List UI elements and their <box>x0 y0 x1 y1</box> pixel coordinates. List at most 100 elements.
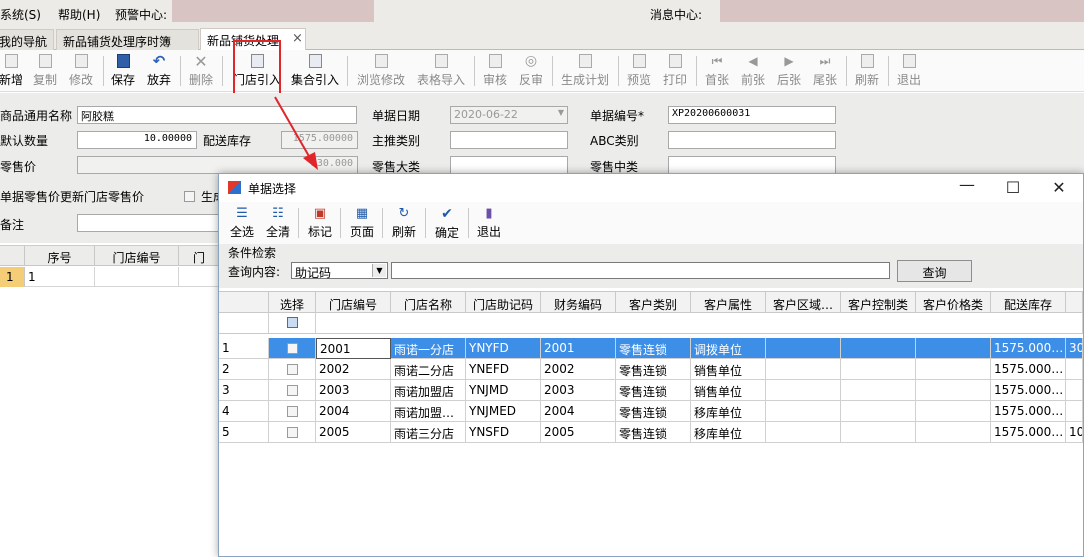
table-cell[interactable] <box>766 401 841 422</box>
browse-edit-button[interactable]: 浏览修改 <box>356 52 406 88</box>
table-cell[interactable]: 10 <box>1066 422 1083 443</box>
remark-field[interactable] <box>77 214 227 232</box>
row-checkbox-cell[interactable] <box>269 380 316 401</box>
product-name-field[interactable]: 阿胶糕 <box>77 106 357 124</box>
row-number[interactable]: 5 <box>219 422 269 443</box>
discard-button[interactable]: ↶ 放弃 <box>144 52 174 88</box>
page-button[interactable]: ▦ 页面 <box>347 206 377 242</box>
column-header[interactable]: 序号 <box>25 246 95 266</box>
table-cell[interactable]: 零售连锁 <box>616 401 691 422</box>
row-indicator[interactable]: 1 <box>0 267 25 287</box>
table-cell[interactable] <box>841 401 916 422</box>
row-checkbox[interactable] <box>286 385 298 396</box>
row-checkbox-cell[interactable] <box>269 359 316 380</box>
mark-button[interactable]: ▣ 标记 <box>305 206 335 242</box>
new-button[interactable]: 新增 <box>0 52 26 88</box>
table-cell[interactable]: YNJMED <box>466 401 541 422</box>
column-header[interactable]: 门 <box>179 246 220 266</box>
table-cell[interactable] <box>766 380 841 401</box>
confirm-button[interactable]: ✔ 确定 <box>432 206 462 242</box>
table-cell[interactable]: 移库单位 <box>691 401 766 422</box>
table-cell[interactable]: 雨诺加盟店 <box>391 380 466 401</box>
menu-help[interactable]: 帮助(H) <box>58 6 100 23</box>
table-cell[interactable]: 零售连锁 <box>616 380 691 401</box>
table-cell[interactable]: 1575.000… <box>991 359 1066 380</box>
table-cell[interactable]: 雨诺二分店 <box>391 359 466 380</box>
dialog-exit-button[interactable]: ▮ 退出 <box>474 206 504 242</box>
table-cell[interactable] <box>766 338 841 359</box>
column-header[interactable]: 选择 <box>269 291 316 313</box>
table-cell[interactable]: 雨诺加盟… <box>391 401 466 422</box>
minimize-icon[interactable]: — <box>957 175 977 194</box>
maximize-icon[interactable]: ☐ <box>1003 178 1023 197</box>
preview-button[interactable]: 预览 <box>625 52 653 88</box>
exit-button[interactable]: 退出 <box>895 52 923 88</box>
row-checkbox[interactable] <box>286 427 298 438</box>
last-button[interactable]: ⏭ 尾张 <box>811 52 839 88</box>
table-cell[interactable]: 零售连锁 <box>616 359 691 380</box>
column-header[interactable]: 配送库存 <box>991 291 1066 313</box>
table-cell[interactable]: 2005 <box>541 422 616 443</box>
main-category-field[interactable] <box>450 131 568 149</box>
table-cell[interactable] <box>841 380 916 401</box>
abc-category-field[interactable] <box>668 131 836 149</box>
table-cell[interactable]: 2003 <box>541 380 616 401</box>
table-cell[interactable] <box>841 422 916 443</box>
table-cell[interactable] <box>916 338 991 359</box>
first-button[interactable]: ⏮ 首张 <box>703 52 731 88</box>
row-number[interactable]: 4 <box>219 401 269 422</box>
select-all-button[interactable]: ☰ 全选 <box>227 206 257 242</box>
delete-button[interactable]: ✕ 删除 <box>186 52 216 88</box>
table-cell[interactable] <box>916 359 991 380</box>
column-header[interactable]: 门店名称 <box>391 291 466 313</box>
table-cell[interactable] <box>841 359 916 380</box>
column-header[interactable]: 门店编号 <box>316 291 391 313</box>
table-cell[interactable] <box>841 338 916 359</box>
column-header[interactable]: 财务编码 <box>541 291 616 313</box>
dialog-title-bar[interactable]: 单据选择 — ☐ ✕ <box>219 174 1083 202</box>
column-header[interactable]: 客户属性 <box>691 291 766 313</box>
table-cell[interactable]: 1575.000… <box>991 338 1066 359</box>
default-qty-field[interactable]: 10.00000 <box>77 131 197 149</box>
table-cell[interactable] <box>766 422 841 443</box>
close-icon[interactable]: ✕ <box>1049 178 1069 197</box>
table-cell[interactable] <box>179 267 220 287</box>
row-number[interactable]: 2 <box>219 359 269 380</box>
close-icon[interactable]: × <box>292 31 303 46</box>
table-cell[interactable]: YNYFD <box>466 338 541 359</box>
table-cell[interactable]: 雨诺一分店 <box>391 338 466 359</box>
edit-button[interactable]: 修改 <box>66 52 96 88</box>
row-checkbox[interactable] <box>286 343 298 354</box>
table-cell[interactable]: 销售单位 <box>691 380 766 401</box>
table-cell[interactable]: 1575.000… <box>991 401 1066 422</box>
table-cell[interactable] <box>1066 380 1083 401</box>
query-field-select[interactable]: 助记码 ▼ <box>291 262 388 280</box>
select-all-checkbox[interactable] <box>286 317 298 328</box>
table-cell[interactable]: 1575.000… <box>991 380 1066 401</box>
table-cell[interactable]: 2002 <box>316 359 391 380</box>
table-cell[interactable]: 销售单位 <box>691 359 766 380</box>
tab-new-product-list[interactable]: 新品铺货处理序时簿 <box>56 29 199 50</box>
prev-button[interactable]: ◀ 前张 <box>739 52 767 88</box>
table-cell[interactable]: 调拨单位 <box>691 338 766 359</box>
table-cell[interactable]: 2004 <box>316 401 391 422</box>
dialog-refresh-button[interactable]: ↻ 刷新 <box>389 206 419 242</box>
column-header[interactable]: 客户类别 <box>616 291 691 313</box>
row-number[interactable]: 3 <box>219 380 269 401</box>
generate-checkbox[interactable] <box>184 191 195 202</box>
clear-all-button[interactable]: ☷ 全清 <box>263 206 293 242</box>
row-checkbox[interactable] <box>286 364 298 375</box>
table-import-button[interactable]: 表格导入 <box>416 52 466 88</box>
column-header[interactable]: 门店助记码 <box>466 291 541 313</box>
tab-my-navigation[interactable]: 我的导航 <box>0 29 54 50</box>
table-cell[interactable] <box>95 267 179 287</box>
table-cell[interactable]: 2001 <box>316 338 391 359</box>
query-button[interactable]: 查询 <box>897 260 972 282</box>
table-cell[interactable] <box>766 359 841 380</box>
table-cell[interactable]: 2001 <box>541 338 616 359</box>
table-cell[interactable]: 1 <box>25 267 95 287</box>
bill-date-field[interactable]: 2020-06-22 ▼ <box>450 106 568 124</box>
table-cell[interactable] <box>1066 401 1083 422</box>
retail-major-field[interactable] <box>450 156 568 174</box>
table-cell[interactable] <box>916 401 991 422</box>
